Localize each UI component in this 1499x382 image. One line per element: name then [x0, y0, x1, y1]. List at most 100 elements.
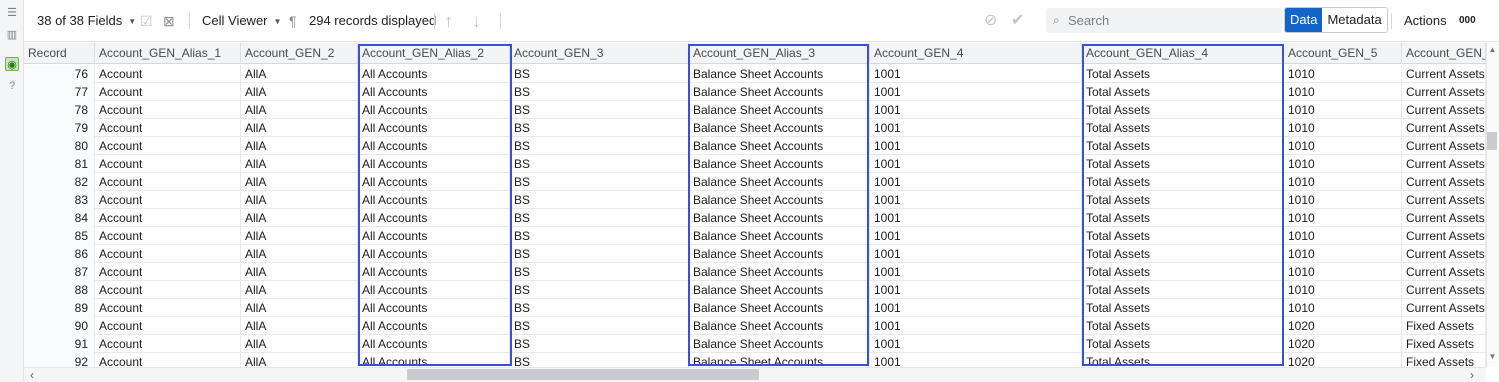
table-row[interactable]: 82 Account AllA All Accounts BS Balance Sheet… [24, 173, 1486, 191]
pilcrow-icon[interactable]: ¶ [289, 0, 297, 42]
table-cell[interactable]: BS [510, 317, 689, 335]
table-cell[interactable]: Current Assets [1402, 155, 1486, 173]
table-cell[interactable]: AllA [241, 299, 358, 317]
table-cell[interactable]: BS [510, 137, 689, 155]
table-row[interactable]: 78 Account AllA All Accounts BS Balance Sheet… [24, 101, 1486, 119]
table-cell[interactable]: AllA [241, 155, 358, 173]
table-row[interactable]: 92 Account AllA All Accounts BS Balance Sheet… [24, 353, 1486, 367]
table-row[interactable]: 89 Account AllA All Accounts BS Balance Sheet… [24, 299, 1486, 317]
actions-button[interactable]: Actions [1404, 0, 1447, 42]
table-cell[interactable]: All Accounts [358, 263, 510, 281]
table-row[interactable]: 86 Account AllA All Accounts BS Balance Sheet… [24, 245, 1486, 263]
table-cell[interactable]: Account [95, 263, 241, 281]
table-cell[interactable]: BS [510, 155, 689, 173]
table-cell[interactable]: 1010 [1284, 101, 1402, 119]
table-cell[interactable]: Total Assets [1082, 119, 1284, 137]
table-cell[interactable]: All Accounts [358, 281, 510, 299]
table-cell[interactable]: Account [95, 65, 241, 83]
table-cell[interactable]: 1020 [1284, 317, 1402, 335]
table-cell[interactable]: 1001 [870, 119, 1082, 137]
table-cell[interactable]: Total Assets [1082, 101, 1284, 119]
table-cell[interactable]: Total Assets [1082, 137, 1284, 155]
table-cell[interactable]: 1001 [870, 65, 1082, 83]
table-cell[interactable]: Account [95, 245, 241, 263]
record-number[interactable]: 88 [24, 281, 95, 299]
column-header-alias-3[interactable]: Account_GEN_Alias_3 [689, 43, 870, 64]
table-cell[interactable]: Account [95, 155, 241, 173]
table-row[interactable]: 84 Account AllA All Accounts BS Balance Sheet… [24, 209, 1486, 227]
table-cell[interactable]: 1001 [870, 83, 1082, 101]
table-cell[interactable]: Balance Sheet Accounts [689, 281, 870, 299]
table-row[interactable]: 88 Account AllA All Accounts BS Balance Sheet… [24, 281, 1486, 299]
table-cell[interactable]: AllA [241, 335, 358, 353]
table-cell[interactable]: AllA [241, 263, 358, 281]
table-cell[interactable]: Current Assets [1402, 65, 1486, 83]
table-cell[interactable]: Current Assets [1402, 101, 1486, 119]
table-cell[interactable]: 1020 [1284, 353, 1402, 367]
table-cell[interactable]: Balance Sheet Accounts [689, 173, 870, 191]
table-cell[interactable]: Current Assets [1402, 173, 1486, 191]
table-cell[interactable]: 1010 [1284, 227, 1402, 245]
column-header-alias-5[interactable]: Account_GEN_A [1402, 43, 1486, 64]
table-cell[interactable]: Current Assets [1402, 119, 1486, 137]
record-number[interactable]: 92 [24, 353, 95, 367]
record-number[interactable]: 84 [24, 209, 95, 227]
table-cell[interactable]: Account [95, 119, 241, 137]
table-row[interactable]: 76 Account AllA All Accounts BS Balance Sheet… [24, 65, 1486, 83]
table-cell[interactable]: Total Assets [1082, 209, 1284, 227]
table-cell[interactable]: 1010 [1284, 83, 1402, 101]
data-tab[interactable]: Data [1285, 8, 1323, 32]
table-cell[interactable]: All Accounts [358, 353, 510, 367]
record-number[interactable]: 81 [24, 155, 95, 173]
table-cell[interactable]: BS [510, 245, 689, 263]
table-cell[interactable]: Fixed Assets [1402, 335, 1486, 353]
table-cell[interactable]: Total Assets [1082, 173, 1284, 191]
table-cell[interactable]: Total Assets [1082, 227, 1284, 245]
checkmark-icon[interactable]: ✔ [1011, 0, 1024, 42]
table-cell[interactable]: Balance Sheet Accounts [689, 263, 870, 281]
table-cell[interactable]: All Accounts [358, 227, 510, 245]
record-number[interactable]: 89 [24, 299, 95, 317]
table-cell[interactable]: BS [510, 119, 689, 137]
table-row[interactable]: 91 Account AllA All Accounts BS Balance Sheet… [24, 335, 1486, 353]
clear-selection-icon[interactable]: ⊠ [163, 0, 175, 42]
record-number[interactable]: 76 [24, 65, 95, 83]
table-cell[interactable]: All Accounts [358, 83, 510, 101]
table-cell[interactable]: 1001 [870, 155, 1082, 173]
table-row[interactable]: 77 Account AllA All Accounts BS Balance Sheet… [24, 83, 1486, 101]
table-cell[interactable]: BS [510, 263, 689, 281]
table-cell[interactable]: Account [95, 137, 241, 155]
table-cell[interactable]: 1001 [870, 209, 1082, 227]
table-cell[interactable]: 1010 [1284, 281, 1402, 299]
record-number[interactable]: 82 [24, 173, 95, 191]
table-cell[interactable]: All Accounts [358, 137, 510, 155]
column-header-record[interactable]: Record [24, 43, 95, 64]
table-cell[interactable]: All Accounts [358, 245, 510, 263]
table-cell[interactable]: AllA [241, 137, 358, 155]
table-cell[interactable]: AllA [241, 209, 358, 227]
arrow-down-icon[interactable]: ↓ [472, 0, 481, 42]
table-cell[interactable]: AllA [241, 65, 358, 83]
table-cell[interactable]: Total Assets [1082, 299, 1284, 317]
record-number[interactable]: 85 [24, 227, 95, 245]
table-cell[interactable]: AllA [241, 191, 358, 209]
table-cell[interactable]: Total Assets [1082, 155, 1284, 173]
table-cell[interactable]: All Accounts [358, 191, 510, 209]
table-cell[interactable]: Total Assets [1082, 83, 1284, 101]
vertical-scrollbar[interactable] [1486, 43, 1499, 367]
record-number[interactable]: 91 [24, 335, 95, 353]
table-row[interactable]: 87 Account AllA All Accounts BS Balance Sheet… [24, 263, 1486, 281]
table-cell[interactable]: 1010 [1284, 137, 1402, 155]
table-row[interactable]: 80 Account AllA All Accounts BS Balance Sheet… [24, 137, 1486, 155]
table-cell[interactable]: Account [95, 101, 241, 119]
table-cell[interactable]: Account [95, 83, 241, 101]
table-cell[interactable]: Total Assets [1082, 317, 1284, 335]
table-cell[interactable]: BS [510, 209, 689, 227]
table-cell[interactable]: 1001 [870, 299, 1082, 317]
table-cell[interactable]: Balance Sheet Accounts [689, 227, 870, 245]
table-cell[interactable]: Account [95, 317, 241, 335]
table-cell[interactable]: AllA [241, 353, 358, 367]
table-cell[interactable]: Balance Sheet Accounts [689, 191, 870, 209]
column-header-gen-4[interactable]: Account_GEN_4 [870, 43, 1082, 64]
more-options-button[interactable]: 000 [1459, 0, 1476, 42]
